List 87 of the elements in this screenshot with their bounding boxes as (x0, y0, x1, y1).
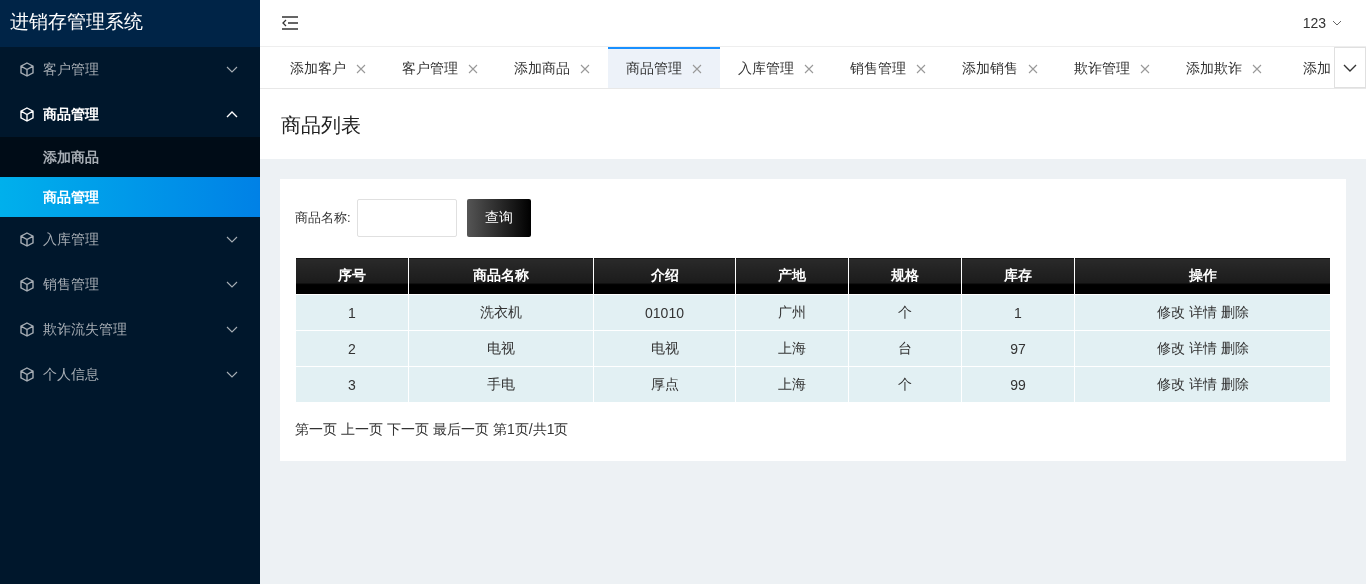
tab[interactable]: 欺诈管理 (1056, 47, 1168, 88)
pagination-link[interactable]: 上一页 (341, 421, 383, 439)
cube-icon (20, 232, 34, 247)
cube-icon (20, 62, 34, 77)
action-link[interactable]: 详情 (1188, 375, 1217, 392)
page-title: 商品列表 (281, 112, 361, 138)
close-icon[interactable] (916, 63, 926, 74)
table-cell: 3 (295, 366, 409, 403)
pagination-link[interactable]: 下一页 (387, 421, 429, 439)
caret-icon (226, 326, 238, 333)
menu-item[interactable]: 商品管理 (0, 92, 260, 137)
column-header: 产地 (735, 257, 849, 295)
tab[interactable]: 商品管理 (608, 47, 720, 88)
tab[interactable]: 销售管理 (832, 47, 944, 88)
table-cell: 上海 (735, 330, 849, 367)
tab[interactable]: 添加客户 (272, 47, 384, 88)
action-link[interactable]: 修改 (1156, 339, 1185, 356)
cube-icon (20, 322, 34, 337)
action-link[interactable]: 修改 (1156, 375, 1185, 392)
action-link[interactable]: 删除 (1220, 339, 1249, 356)
table-cell: 99 (961, 366, 1075, 403)
cube-icon (20, 107, 34, 122)
column-header: 规格 (848, 257, 962, 295)
caret-icon (1332, 20, 1342, 26)
submenu-item[interactable]: 添加商品 (0, 137, 260, 177)
tab[interactable]: 添加销售 (944, 47, 1056, 88)
close-icon[interactable] (1140, 63, 1150, 74)
action-link[interactable]: 删除 (1220, 375, 1249, 392)
search-button[interactable]: 查询 (466, 199, 531, 237)
search-field[interactable] (356, 199, 457, 237)
cube-icon (20, 277, 34, 292)
cube-icon (20, 367, 34, 382)
pagination-link[interactable]: 最后一页 (433, 421, 489, 439)
close-icon[interactable] (1252, 63, 1262, 74)
caret-icon (226, 66, 238, 73)
column-header: 序号 (295, 257, 409, 295)
table-cell: 广州 (735, 294, 849, 331)
table-cell: 台 (848, 330, 962, 367)
table-cell: 1 (961, 294, 1075, 331)
page-status: 第1页/共1页 (493, 421, 569, 439)
column-header: 介绍 (593, 257, 736, 295)
search-label: 商品名称: (295, 209, 351, 227)
action-link[interactable]: 详情 (1188, 303, 1217, 320)
table-cell: 电视 (593, 330, 736, 367)
table-cell: 洗衣机 (408, 294, 594, 331)
tabs-dropdown-button[interactable] (1334, 47, 1366, 88)
close-icon[interactable] (468, 63, 478, 74)
tab[interactable]: 添加商品 (496, 47, 608, 88)
close-icon[interactable] (692, 63, 702, 74)
user-menu[interactable]: 123 (1302, 15, 1342, 31)
column-header: 库存 (961, 257, 1075, 295)
close-icon[interactable] (356, 63, 366, 74)
column-header: 商品名称 (408, 257, 594, 295)
app-title: 进销存管理系统 (0, 0, 260, 47)
column-header: 操作 (1074, 257, 1331, 295)
action-link[interactable]: 详情 (1188, 339, 1217, 356)
close-icon[interactable] (804, 63, 814, 74)
tab[interactable]: 入库管理 (720, 47, 832, 88)
table-cell: 个 (848, 366, 962, 403)
table-cell: 01010 (593, 294, 736, 331)
caret-icon (1343, 63, 1357, 72)
table-cell: 2 (295, 330, 409, 367)
menu-item[interactable]: 个人信息 (0, 352, 260, 397)
table-cell: 个 (848, 294, 962, 331)
caret-icon (226, 111, 238, 118)
menu-item[interactable]: 销售管理 (0, 262, 260, 307)
menu-item[interactable]: 欺诈流失管理 (0, 307, 260, 352)
table-cell: 97 (961, 330, 1075, 367)
table-cell: 上海 (735, 366, 849, 403)
menu-item[interactable]: 客户管理 (0, 47, 260, 92)
menu-fold-icon[interactable] (281, 16, 299, 30)
tab[interactable]: 添加 (1280, 47, 1334, 88)
close-icon[interactable] (580, 63, 590, 74)
caret-icon (226, 236, 238, 243)
pagination-link[interactable]: 第一页 (295, 421, 337, 439)
tab[interactable]: 添加欺诈 (1168, 47, 1280, 88)
table-cell: 手电 (408, 366, 594, 403)
table-cell: 厚点 (593, 366, 736, 403)
action-link[interactable]: 修改 (1156, 303, 1185, 320)
tab[interactable]: 客户管理 (384, 47, 496, 88)
caret-icon (226, 371, 238, 378)
menu-item[interactable]: 入库管理 (0, 217, 260, 262)
caret-icon (226, 281, 238, 288)
close-icon[interactable] (1028, 63, 1038, 74)
action-link[interactable]: 删除 (1220, 303, 1249, 320)
table-cell: 电视 (408, 330, 594, 367)
table-cell: 1 (295, 294, 409, 331)
